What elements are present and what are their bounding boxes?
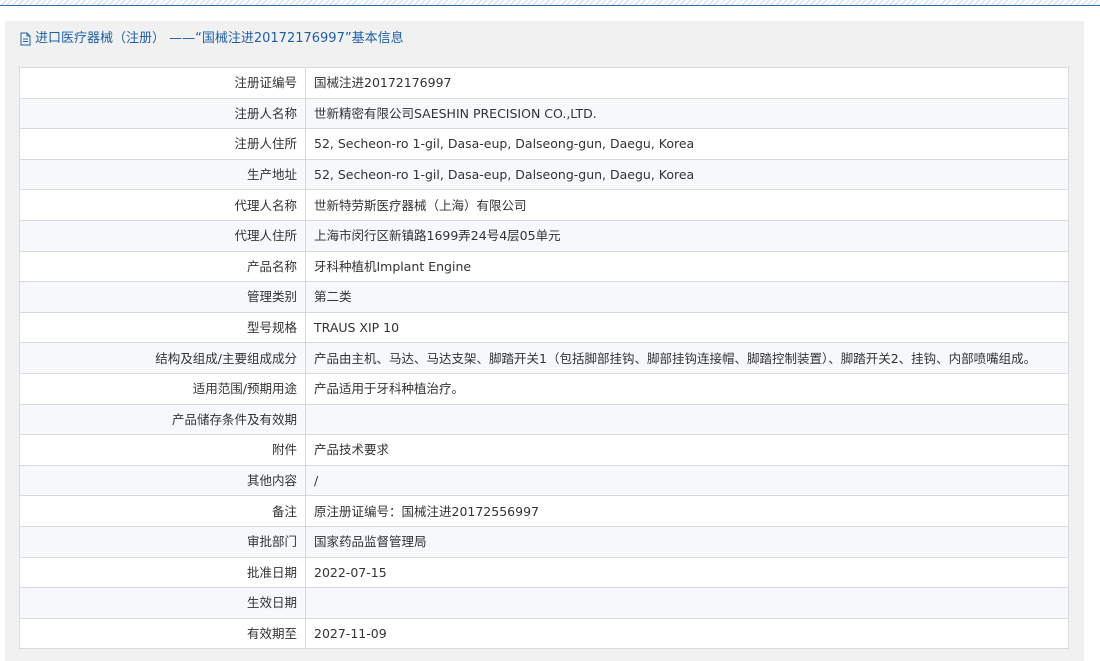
field-label: 备注 bbox=[19, 495, 306, 527]
top-divider bbox=[0, 0, 1100, 6]
table-row: 注册证编号 国械注进20172176997 bbox=[19, 67, 1069, 99]
table-row: 结构及组成/主要组成成分 产品由主机、马达、马达支架、脚踏开关1（包括脚部挂钩、脚… bbox=[19, 342, 1069, 374]
field-value: 上海市闵行区新镇路1699弄24号4层05单元 bbox=[305, 219, 1069, 252]
field-value bbox=[305, 403, 1069, 436]
document-icon bbox=[19, 32, 33, 46]
panel-title: 进口医疗器械（注册） ——“国械注进20172176997”基本信息 bbox=[35, 31, 404, 46]
table-row: 生效日期 bbox=[19, 587, 1069, 619]
panel-header: 进口医疗器械（注册） ——“国械注进20172176997”基本信息 bbox=[5, 21, 1084, 57]
detail-panel: 进口医疗器械（注册） ——“国械注进20172176997”基本信息 注册证编号… bbox=[5, 21, 1084, 661]
field-value: 国械注进20172176997 bbox=[305, 67, 1069, 99]
field-label: 代理人住所 bbox=[19, 219, 306, 252]
field-label: 结构及组成/主要组成成分 bbox=[19, 342, 306, 374]
table-row: 代理人住所 上海市闵行区新镇路1699弄24号4层05单元 bbox=[19, 219, 1069, 252]
field-value: 世新精密有限公司SAESHIN PRECISION CO.,LTD. bbox=[305, 97, 1069, 130]
field-value: 产品适用于牙科种植治疗。 bbox=[305, 372, 1069, 405]
field-value: 52, Secheon-ro 1-gil, Dasa-eup, Dalseong… bbox=[305, 128, 1069, 160]
table-row: 其他内容 / bbox=[19, 464, 1069, 497]
field-label: 适用范围/预期用途 bbox=[19, 372, 306, 405]
field-value: / bbox=[305, 464, 1069, 497]
field-label: 产品储存条件及有效期 bbox=[19, 403, 306, 436]
field-label: 有效期至 bbox=[19, 617, 306, 650]
field-label: 代理人名称 bbox=[19, 189, 306, 221]
table-row: 代理人名称 世新特劳斯医疗器械（上海）有限公司 bbox=[19, 189, 1069, 221]
field-value: 2027-11-09 bbox=[305, 617, 1069, 650]
table-row: 审批部门 国家药品监督管理局 bbox=[19, 525, 1069, 558]
field-value bbox=[305, 587, 1069, 619]
field-label: 审批部门 bbox=[19, 525, 306, 558]
field-value: 国家药品监督管理局 bbox=[305, 525, 1069, 558]
table-row: 生产地址 52, Secheon-ro 1-gil, Dasa-eup, Dals… bbox=[19, 158, 1069, 191]
table-row: 批准日期 2022-07-15 bbox=[19, 556, 1069, 589]
field-value: 产品由主机、马达、马达支架、脚踏开关1（包括脚部挂钩、脚部挂钩连接帽、脚踏控制装… bbox=[305, 342, 1069, 374]
field-value: 牙科种植机Implant Engine bbox=[305, 250, 1069, 283]
field-label: 其他内容 bbox=[19, 464, 306, 497]
table-row: 备注 原注册证编号：国械注进20172556997 bbox=[19, 495, 1069, 527]
field-label: 批准日期 bbox=[19, 556, 306, 589]
table-row: 产品储存条件及有效期 bbox=[19, 403, 1069, 436]
table-row: 管理类别 第二类 bbox=[19, 281, 1069, 313]
field-value: 52, Secheon-ro 1-gil, Dasa-eup, Dalseong… bbox=[305, 158, 1069, 191]
field-label: 注册人名称 bbox=[19, 97, 306, 130]
field-label: 附件 bbox=[19, 434, 306, 466]
field-label: 型号规格 bbox=[19, 311, 306, 344]
field-value: 第二类 bbox=[305, 281, 1069, 313]
field-label: 产品名称 bbox=[19, 250, 306, 283]
table-row: 有效期至 2027-11-09 bbox=[19, 617, 1069, 650]
field-label: 注册证编号 bbox=[19, 67, 306, 99]
field-value: TRAUS XIP 10 bbox=[305, 311, 1069, 344]
field-value: 产品技术要求 bbox=[305, 434, 1069, 466]
field-label: 生效日期 bbox=[19, 587, 306, 619]
table-row: 注册人住所 52, Secheon-ro 1-gil, Dasa-eup, Dal… bbox=[19, 128, 1069, 160]
field-value: 世新特劳斯医疗器械（上海）有限公司 bbox=[305, 189, 1069, 221]
field-label: 注册人住所 bbox=[19, 128, 306, 160]
field-value: 原注册证编号：国械注进20172556997 bbox=[305, 495, 1069, 527]
field-label: 生产地址 bbox=[19, 158, 306, 191]
table-row: 注册人名称 世新精密有限公司SAESHIN PRECISION CO.,LTD. bbox=[19, 97, 1069, 130]
table-row: 型号规格 TRAUS XIP 10 bbox=[19, 311, 1069, 344]
field-label: 管理类别 bbox=[19, 281, 306, 313]
table-row: 附件 产品技术要求 bbox=[19, 434, 1069, 466]
info-table: 注册证编号 国械注进20172176997 注册人名称 世新精密有限公司SAESHIN… bbox=[19, 67, 1069, 650]
field-value: 2022-07-15 bbox=[305, 556, 1069, 589]
table-row: 适用范围/预期用途 产品适用于牙科种植治疗。 bbox=[19, 372, 1069, 405]
table-row: 产品名称 牙科种植机Implant Engine bbox=[19, 250, 1069, 283]
